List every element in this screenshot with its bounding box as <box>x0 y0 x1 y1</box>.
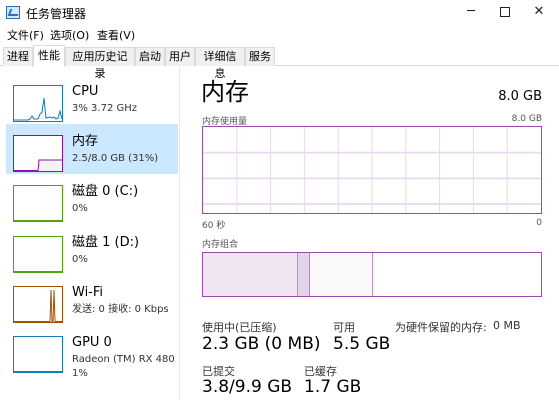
in-use-label: 使用中(已压缩) <box>202 321 277 334</box>
sidebar-item-label: 磁盘 1 (D:) <box>72 235 140 250</box>
gpu-thumbnail-graph <box>13 336 63 373</box>
composition-standby <box>310 253 373 296</box>
sidebar-item-cpu[interactable]: CPU 3% 3.72 GHz <box>6 74 178 124</box>
sidebar-item-disk-0[interactable]: 磁盘 0 (C:) 0% <box>6 174 178 224</box>
disk-0-thumbnail-graph <box>13 185 63 222</box>
wifi-thumbnail-graph <box>13 286 63 323</box>
available-value: 5.5 GB <box>333 334 391 354</box>
composition-free <box>373 253 541 296</box>
tab-details[interactable]: 详细信息 <box>195 47 245 80</box>
sidebar-item-label: Wi-Fi <box>72 285 104 300</box>
title-bar: 任务管理器 ─ ✕ <box>0 0 559 26</box>
sidebar-item-detail: 2.5/8.0 GB (31%) <box>72 153 159 164</box>
sidebar-item-detail: 发送: 0 接收: 0 Kbps <box>72 304 169 315</box>
sidebar-item-wifi[interactable]: Wi-Fi 发送: 0 接收: 0 Kbps <box>6 275 178 325</box>
sidebar-item-memory[interactable]: 内存 2.5/8.0 GB (31%) <box>6 124 178 174</box>
maximize-button[interactable] <box>488 0 522 26</box>
disk-1-thumbnail-graph <box>13 236 63 273</box>
composition-label: 内存组合 <box>202 240 239 250</box>
close-button[interactable]: ✕ <box>522 0 556 26</box>
resource-sidebar: CPU 3% 3.72 GHz 内存 2.5/8.0 GB (31%) 磁盘 0… <box>0 67 180 400</box>
usage-graph-canvas <box>203 127 541 213</box>
graph-min-value: 0 <box>536 218 542 228</box>
tab-processes[interactable]: 进程 <box>3 47 33 66</box>
minimize-button[interactable]: ─ <box>454 0 488 26</box>
graph-time-span: 60 秒 <box>202 221 226 231</box>
tab-users[interactable]: 用户 <box>165 47 195 66</box>
memory-composition-bar <box>202 252 542 297</box>
composition-in-use <box>203 253 298 296</box>
memory-total: 8.0 GB <box>498 89 542 104</box>
sidebar-item-label: GPU 0 <box>72 335 112 350</box>
sidebar-item-detail: Radeon (TM) RX 480 <box>72 354 175 365</box>
memory-thumbnail-graph <box>13 135 63 172</box>
in-use-value: 2.3 GB (0 MB) <box>202 334 321 354</box>
tab-strip: 进程 性能 应用历史记录 启动 用户 详细信息 服务 <box>0 44 559 80</box>
sidebar-item-detail: 3% 3.72 GHz <box>72 103 138 114</box>
memory-detail-panel: 内存 8.0 GB 内存使用量 8.0 GB 60 秒 0 内存组合 使用中(已… <box>181 67 559 400</box>
menu-bar: 文件(F) 选项(O) 查看(V) <box>0 26 559 44</box>
memory-usage-graph <box>202 126 542 214</box>
sidebar-item-label: CPU <box>72 84 99 99</box>
sidebar-item-usage: 1% <box>72 368 88 379</box>
sidebar-item-label: 内存 <box>72 134 99 149</box>
tab-app-history[interactable]: 应用历史记录 <box>65 47 135 80</box>
sidebar-item-disk-1[interactable]: 磁盘 1 (D:) 0% <box>6 225 178 275</box>
task-manager-icon <box>6 6 20 19</box>
usage-graph-max: 8.0 GB <box>511 114 542 124</box>
window-title: 任务管理器 <box>26 7 87 21</box>
hardware-reserved-value: 0 MB <box>493 319 521 332</box>
cpu-thumbnail-graph <box>13 85 63 122</box>
minimize-icon: ─ <box>467 4 475 19</box>
sidebar-item-gpu-0[interactable]: GPU 0 Radeon (TM) RX 480 1% <box>6 325 178 385</box>
menu-file[interactable]: 文件(F) <box>7 27 44 43</box>
composition-modified <box>298 253 310 296</box>
maximize-icon <box>500 6 510 17</box>
sidebar-item-label: 磁盘 0 (C:) <box>72 184 139 199</box>
tab-startup[interactable]: 启动 <box>135 47 165 66</box>
menu-view[interactable]: 查看(V) <box>97 27 135 43</box>
tab-performance[interactable]: 性能 <box>33 45 65 67</box>
cached-value: 1.7 GB <box>304 377 362 397</box>
page-title: 内存 <box>201 78 249 106</box>
tab-services[interactable]: 服务 <box>245 47 275 66</box>
committed-value: 3.8/9.9 GB <box>202 377 293 397</box>
menu-options[interactable]: 选项(O) <box>50 27 89 43</box>
available-label: 可用 <box>333 321 355 334</box>
close-icon: ✕ <box>533 4 545 19</box>
hardware-reserved-label: 为硬件保留的内存: <box>395 321 487 334</box>
sidebar-item-detail: 0% <box>72 203 88 214</box>
sidebar-item-detail: 0% <box>72 254 88 265</box>
